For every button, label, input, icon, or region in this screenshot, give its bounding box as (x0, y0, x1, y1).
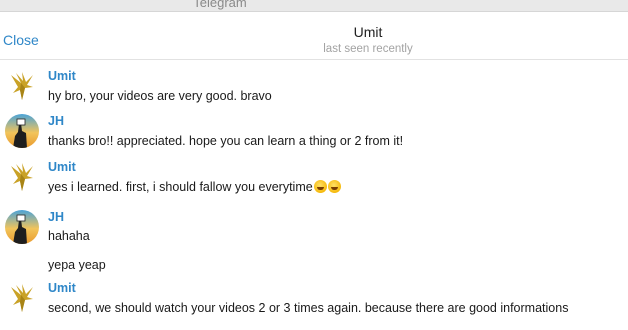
peer-status: last seen recently (323, 43, 413, 55)
message-sender[interactable]: Umit (48, 281, 76, 295)
message-text-row: yes i learned. first, i should fallow yo… (48, 180, 341, 194)
chat-peer-info[interactable]: Umit last seen recently (168, 24, 568, 56)
message-sender[interactable]: Umit (48, 160, 76, 174)
close-button[interactable]: Close (3, 32, 39, 48)
avatar-jh[interactable] (5, 114, 39, 148)
message-sender[interactable]: JH (48, 114, 64, 128)
message-list[interactable]: Umit hy bro, your videos are very good. … (0, 61, 628, 330)
chat-header: Close Umit last seen recently (0, 12, 628, 60)
message-text: yepa yeap (48, 258, 106, 272)
golden-eagle-icon (11, 163, 33, 191)
avatar-jh[interactable] (5, 210, 39, 244)
golden-eagle-icon (11, 284, 33, 312)
message-text: second, we should watch your videos 2 or… (48, 301, 569, 315)
avatar-umit[interactable] (5, 281, 39, 315)
message-sender[interactable]: JH (48, 210, 64, 224)
message-sender[interactable]: Umit (48, 69, 76, 83)
peer-name: Umit (353, 24, 383, 40)
tears-of-joy-emoji-icon (313, 180, 327, 193)
message-text: yes i learned. first, i should fallow yo… (48, 180, 313, 194)
person-photo-icon (5, 114, 39, 148)
message-text: hy bro, your videos are very good. bravo (48, 89, 272, 103)
window-title: Telegram (193, 0, 247, 10)
message-text: thanks bro!! appreciated. hope you can l… (48, 134, 404, 148)
golden-eagle-icon (11, 72, 33, 100)
person-photo-icon (5, 210, 39, 244)
avatar-umit[interactable] (5, 69, 39, 103)
tears-of-joy-emoji-icon (327, 180, 341, 193)
avatar-umit[interactable] (5, 160, 39, 194)
message-text: hahaha (48, 229, 90, 243)
window-titlebar: Telegram (0, 0, 628, 12)
